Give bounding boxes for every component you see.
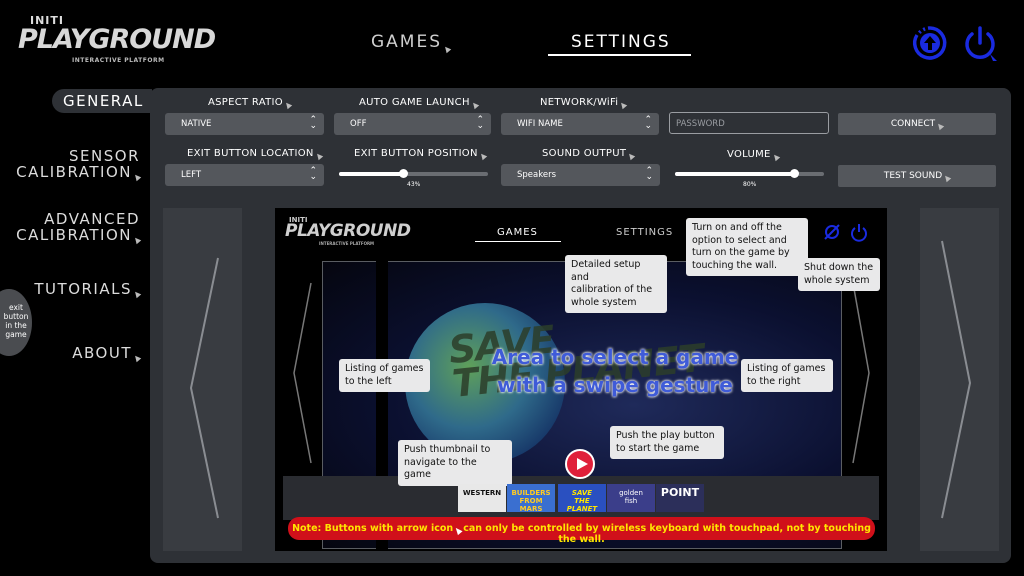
test-sound-button[interactable]: TEST SOUND (838, 165, 996, 187)
thumbnail-golden-fish[interactable]: golden fish (607, 484, 655, 512)
play-button[interactable] (565, 449, 595, 479)
thumbnail-western[interactable]: WESTERN (458, 484, 506, 512)
callout-shutdown: Shut down the whole system (798, 258, 880, 291)
callout-play: Push the play button to start the game (610, 426, 724, 459)
chevron-left-icon (189, 257, 219, 519)
volume-label: VOLUME (727, 149, 780, 162)
brand-logo: INITI PLAYGROUND INTERACTIVE PLATFORM (18, 14, 216, 68)
exit-button-position-value: 43% (407, 181, 421, 188)
exit-button-position-slider[interactable] (339, 169, 488, 178)
updown-chevron-icon: ⌃ ⌄ (645, 166, 653, 182)
exit-button-position-label: EXIT BUTTON POSITION (354, 148, 487, 161)
volume-value: 80% (743, 181, 757, 188)
aspect-ratio-select[interactable]: NATIVE ⌃ ⌄ (165, 113, 324, 135)
slider-fill (675, 172, 795, 176)
thumbnail-builders-from-mars[interactable]: BUILDERS FROM MARS (507, 484, 555, 513)
arrow-cursor-icon (442, 44, 452, 54)
sidebar-item-about[interactable]: ABOUT (72, 344, 142, 363)
updown-chevron-icon: ⌃ ⌄ (644, 115, 652, 131)
tab-settings[interactable]: SETTINGS (571, 32, 671, 52)
arrow-cursor-icon (132, 289, 142, 299)
updown-chevron-icon: ⌃ ⌄ (309, 115, 317, 131)
thumbnail-point[interactable]: POINT (656, 484, 704, 512)
callout-list-left: Listing of games to the left (339, 359, 430, 392)
callout-thumbnail: Push thumbnail to navigate to the game (398, 440, 512, 486)
sidebar-item-general[interactable]: GENERAL (52, 89, 152, 113)
exit-button-location-select[interactable]: LEFT ⌃ ⌄ (165, 164, 324, 186)
sidebar-item-label: TUTORIALS (34, 280, 132, 298)
preview-tab-settings: SETTINGS (616, 227, 674, 238)
tab-games-label: GAMES (371, 32, 443, 52)
wifi-select[interactable]: WIFI NAME ⌃ ⌄ (501, 113, 659, 135)
sidebar-item-advanced-calibration[interactable]: ADVANCED CALIBRATION (16, 211, 142, 245)
callout-settings: Detailed setup and calibration of the whol… (565, 255, 667, 313)
brand-subtitle: INTERACTIVE PLATFORM (72, 57, 165, 64)
thumbnail-save-the-planet[interactable]: SAVE THE PLANET (558, 484, 606, 513)
updown-chevron-icon: ⌃ ⌄ (309, 166, 317, 182)
auto-game-launch-select[interactable]: OFF ⌃ ⌄ (334, 113, 491, 135)
swipe-area-overlay: Area to select a game with a swipe gestur… (491, 345, 739, 397)
slider-knob[interactable] (399, 169, 409, 178)
volume-slider[interactable] (675, 169, 824, 178)
preview-tab-games: GAMES (497, 227, 538, 238)
update-icon[interactable] (911, 24, 949, 62)
sidebar-item-label: ABOUT (72, 344, 132, 362)
preview-touch-toggle-icon (824, 224, 840, 240)
next-panel[interactable] (920, 208, 999, 551)
active-tab-underline (548, 54, 691, 56)
preview-chevron-left-icon (293, 282, 312, 464)
previous-panel[interactable] (163, 208, 242, 551)
callout-list-right: Listing of games to the right (741, 359, 833, 392)
updown-chevron-icon: ⌃ ⌄ (476, 115, 484, 131)
tab-games[interactable]: GAMES (371, 32, 452, 54)
note-prefix: Note: Buttons with arrow icon (292, 523, 454, 534)
arrow-cursor-icon (132, 172, 142, 182)
arrow-cursor-icon (453, 525, 463, 536)
note-banner: Note: Buttons with arrow icon can only be… (288, 517, 875, 545)
sidebar-item-sensor-calibration[interactable]: SENSOR CALIBRATION (16, 148, 142, 182)
network-label: NETWORK/WiFi (540, 97, 628, 110)
preview-logo-sub: INTERACTIVE PLATFORM (319, 241, 375, 246)
exit-button-location-label: EXIT BUTTON LOCATION (187, 148, 323, 161)
callout-turn-on: Turn on and off the option to select and t… (686, 218, 808, 276)
chevron-right-icon (941, 240, 972, 519)
power-icon[interactable] (961, 24, 999, 62)
exit-button-bubble[interactable]: exit button in the game (0, 289, 32, 356)
slider-fill (339, 172, 404, 176)
sound-output-label: SOUND OUTPUT (542, 148, 636, 161)
aspect-ratio-label: ASPECT RATIO (208, 97, 293, 110)
sidebar-item-tutorials[interactable]: TUTORIALS (34, 280, 142, 299)
preview-tab-underline (475, 241, 561, 242)
sound-output-select[interactable]: Speakers ⌃ ⌄ (501, 164, 660, 186)
connect-button[interactable]: CONNECT (838, 113, 996, 135)
preview-power-icon (851, 224, 867, 242)
preview-chevron-right-icon (852, 282, 870, 464)
password-field[interactable]: PASSWORD (669, 112, 829, 134)
arrow-cursor-icon (132, 353, 142, 363)
brand-title: PLAYGROUND (18, 24, 216, 55)
auto-game-launch-label: AUTO GAME LAUNCH (359, 97, 480, 110)
arrow-cursor-icon (132, 235, 142, 245)
preview-logo: PLAYGROUND (285, 221, 411, 241)
